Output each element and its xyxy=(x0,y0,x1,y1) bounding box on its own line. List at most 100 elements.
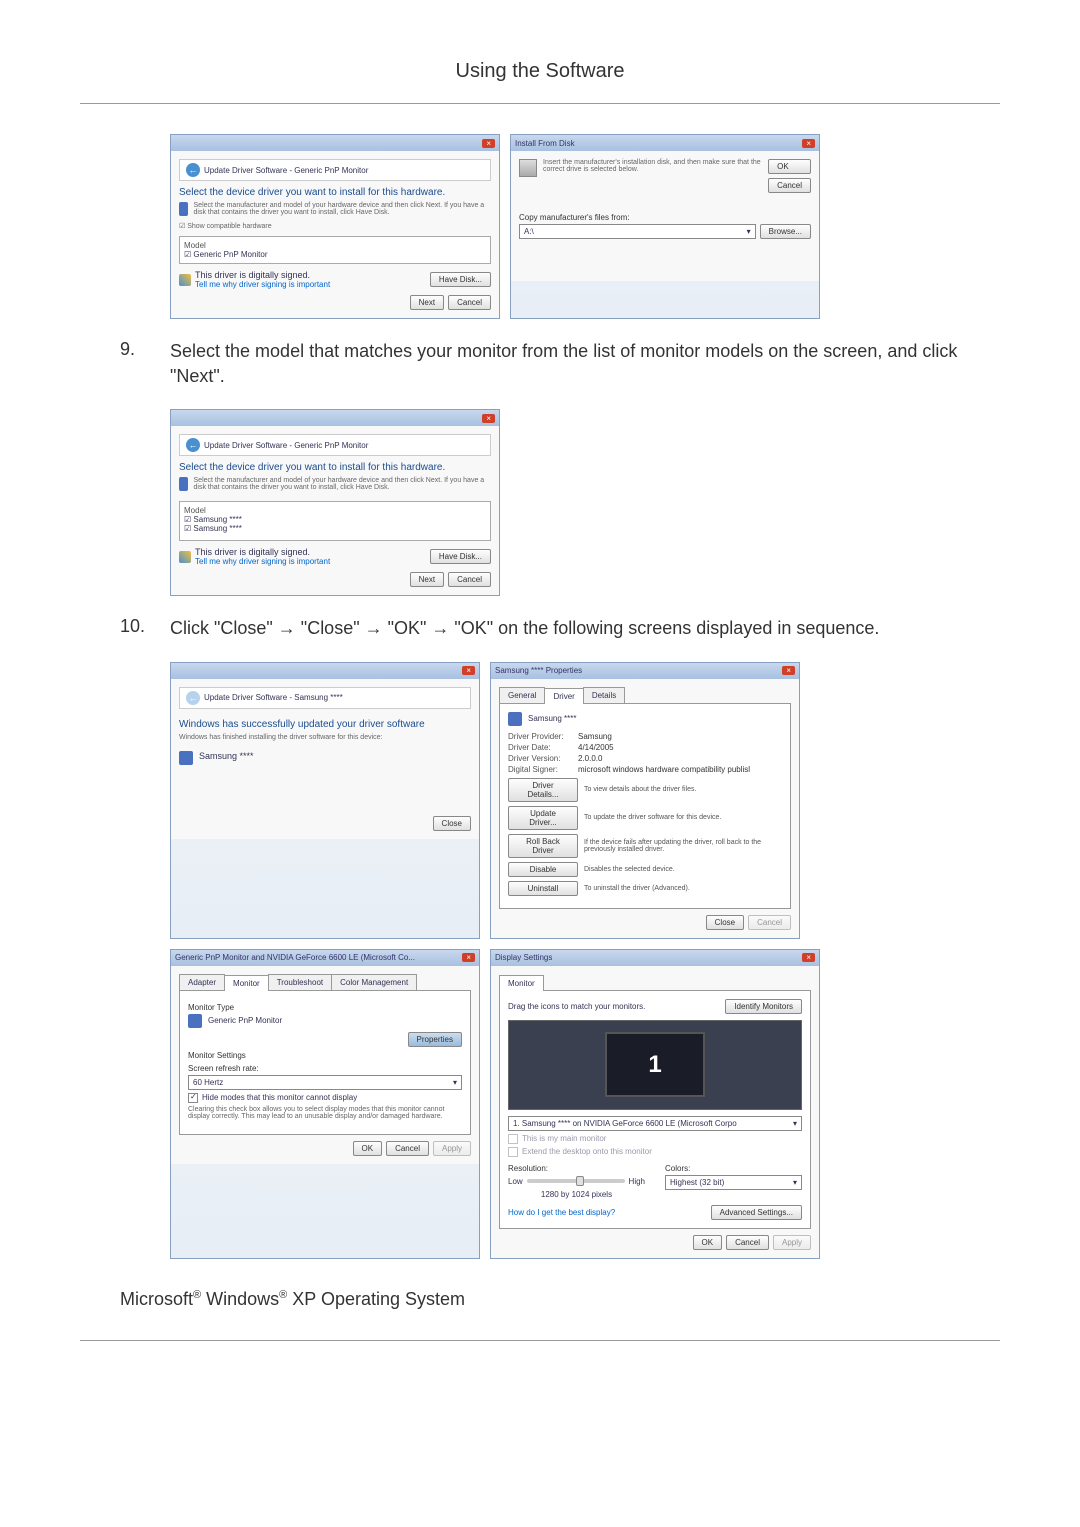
ok-button[interactable]: OK xyxy=(768,159,811,174)
button-description: To view details about the driver files. xyxy=(584,786,782,793)
signature-text: This driver is digitally signed. xyxy=(195,270,330,280)
path-dropdown[interactable]: A:\ xyxy=(519,224,756,239)
device-icon xyxy=(179,477,188,491)
model-item[interactable]: ☑ Generic PnP Monitor xyxy=(184,250,486,259)
signature-link[interactable]: Tell me why driver signing is important xyxy=(195,557,330,566)
colors-dropdown[interactable]: Highest (32 bit) xyxy=(665,1175,802,1190)
driver-details-button[interactable]: Driver Details... xyxy=(508,778,578,802)
success-dialog: × ←Update Driver Software - Samsung ****… xyxy=(170,662,480,939)
step-text: Click "Close" → "Close" → "OK" → "OK" on… xyxy=(170,616,960,641)
checkbox-label: Hide modes that this monitor cannot disp… xyxy=(202,1093,357,1102)
properties-dialog: Samsung **** Properties × General Driver … xyxy=(490,662,800,939)
ok-button[interactable]: OK xyxy=(693,1235,723,1250)
close-icon[interactable]: × xyxy=(462,666,475,675)
tab-monitor[interactable]: Monitor xyxy=(224,975,269,991)
dialog-title: Display Settings xyxy=(495,953,552,962)
close-icon[interactable]: × xyxy=(462,953,475,962)
os-footer: Microsoft® Windows® XP Operating System xyxy=(120,1289,960,1310)
model-item[interactable]: ☑ Samsung **** xyxy=(184,515,486,524)
close-icon[interactable]: × xyxy=(782,666,795,675)
tab-troubleshoot[interactable]: Troubleshoot xyxy=(268,974,332,990)
checkbox-label: Extend the desktop onto this monitor xyxy=(522,1147,652,1156)
cancel-button[interactable]: Cancel xyxy=(448,295,491,310)
ok-button[interactable]: OK xyxy=(353,1141,383,1156)
resolution-slider[interactable] xyxy=(527,1179,625,1183)
cancel-button[interactable]: Cancel xyxy=(768,178,811,193)
tab-driver[interactable]: Driver xyxy=(544,688,583,704)
tab-color[interactable]: Color Management xyxy=(331,974,417,990)
dialog-description: Select the manufacturer and model of you… xyxy=(194,202,491,216)
monitor-thumbnail[interactable]: 1 xyxy=(605,1032,705,1097)
model-header: Model xyxy=(184,506,486,515)
button-description: Disables the selected device. xyxy=(584,866,782,873)
browse-button[interactable]: Browse... xyxy=(760,224,811,239)
close-icon[interactable]: × xyxy=(482,414,495,423)
advanced-settings-button[interactable]: Advanced Settings... xyxy=(711,1205,802,1220)
monitor-type-label: Monitor Type xyxy=(188,1003,462,1012)
close-button[interactable]: Close xyxy=(433,816,471,831)
dialog-title: Samsung **** Properties xyxy=(495,666,582,675)
shield-icon xyxy=(179,274,191,286)
button-description: To uninstall the driver (Advanced). xyxy=(584,885,782,892)
refresh-rate-label: Screen refresh rate: xyxy=(188,1064,462,1073)
uninstall-button[interactable]: Uninstall xyxy=(508,881,578,896)
device-name: Samsung **** xyxy=(199,751,254,765)
dialog-description: Windows has finished installing the driv… xyxy=(179,734,471,741)
close-icon[interactable]: × xyxy=(482,139,495,148)
properties-button[interactable]: Properties xyxy=(408,1032,462,1047)
copy-from-label: Copy manufacturer's files from: xyxy=(519,213,811,222)
cancel-button[interactable]: Cancel xyxy=(448,572,491,587)
dialog-title: Install From Disk xyxy=(515,139,575,148)
next-button[interactable]: Next xyxy=(410,572,444,587)
tab-adapter[interactable]: Adapter xyxy=(179,974,225,990)
apply-button[interactable]: Apply xyxy=(773,1235,811,1250)
next-button[interactable]: Next xyxy=(410,295,444,310)
monitor-type-value: Generic PnP Monitor xyxy=(208,1016,282,1025)
cancel-button[interactable]: Cancel xyxy=(726,1235,769,1250)
tab-monitor[interactable]: Monitor xyxy=(499,975,544,991)
close-icon[interactable]: × xyxy=(802,139,815,148)
have-disk-button[interactable]: Have Disk... xyxy=(430,549,491,564)
monitor-preview[interactable]: 1 xyxy=(508,1020,802,1110)
main-monitor-checkbox xyxy=(508,1134,518,1144)
model-header: Model xyxy=(184,241,486,250)
field-label: Digital Signer: xyxy=(508,765,578,774)
model-listbox[interactable]: Model ☑ Generic PnP Monitor xyxy=(179,236,491,264)
tab-details[interactable]: Details xyxy=(583,687,625,703)
close-icon[interactable]: × xyxy=(802,953,815,962)
cancel-button[interactable]: Cancel xyxy=(748,915,791,930)
slider-low-label: Low xyxy=(508,1177,523,1186)
breadcrumb: Update Driver Software - Samsung **** xyxy=(204,693,343,702)
monitor-settings-label: Monitor Settings xyxy=(188,1051,462,1060)
breadcrumb: Update Driver Software - Generic PnP Mon… xyxy=(204,166,368,175)
cancel-button[interactable]: Cancel xyxy=(386,1141,429,1156)
shield-icon xyxy=(179,551,191,563)
update-driver-button[interactable]: Update Driver... xyxy=(508,806,578,830)
monitor-select-dropdown[interactable]: 1. Samsung **** on NVIDIA GeForce 6600 L… xyxy=(508,1116,802,1131)
refresh-rate-dropdown[interactable]: 60 Hertz xyxy=(188,1075,462,1090)
button-description: To update the driver software for this d… xyxy=(584,814,782,821)
tab-general[interactable]: General xyxy=(499,687,545,703)
step-text: Select the model that matches your monit… xyxy=(170,339,960,389)
help-link[interactable]: How do I get the best display? xyxy=(508,1208,615,1217)
dialog-heading: Select the device driver you want to ins… xyxy=(179,462,491,473)
close-button[interactable]: Close xyxy=(706,915,744,930)
device-icon xyxy=(508,712,522,726)
model-listbox[interactable]: Model ☑ Samsung **** ☑ Samsung **** xyxy=(179,501,491,541)
rollback-button[interactable]: Roll Back Driver xyxy=(508,834,578,858)
back-icon[interactable]: ← xyxy=(186,438,200,452)
apply-button[interactable]: Apply xyxy=(433,1141,471,1156)
back-icon[interactable]: ← xyxy=(186,163,200,177)
signature-link[interactable]: Tell me why driver signing is important xyxy=(195,280,330,289)
identify-monitors-button[interactable]: Identify Monitors xyxy=(725,999,802,1014)
hide-modes-checkbox[interactable] xyxy=(188,1093,198,1103)
field-value: Samsung xyxy=(578,732,782,741)
disable-button[interactable]: Disable xyxy=(508,862,578,877)
field-label: Driver Provider: xyxy=(508,732,578,741)
divider xyxy=(80,103,1000,104)
model-item[interactable]: ☑ Samsung **** xyxy=(184,524,486,533)
have-disk-button[interactable]: Have Disk... xyxy=(430,272,491,287)
compat-checkbox-label[interactable]: ☑ Show compatible hardware xyxy=(179,222,491,230)
step-number: 9. xyxy=(120,339,170,389)
breadcrumb: Update Driver Software - Generic PnP Mon… xyxy=(204,441,368,450)
